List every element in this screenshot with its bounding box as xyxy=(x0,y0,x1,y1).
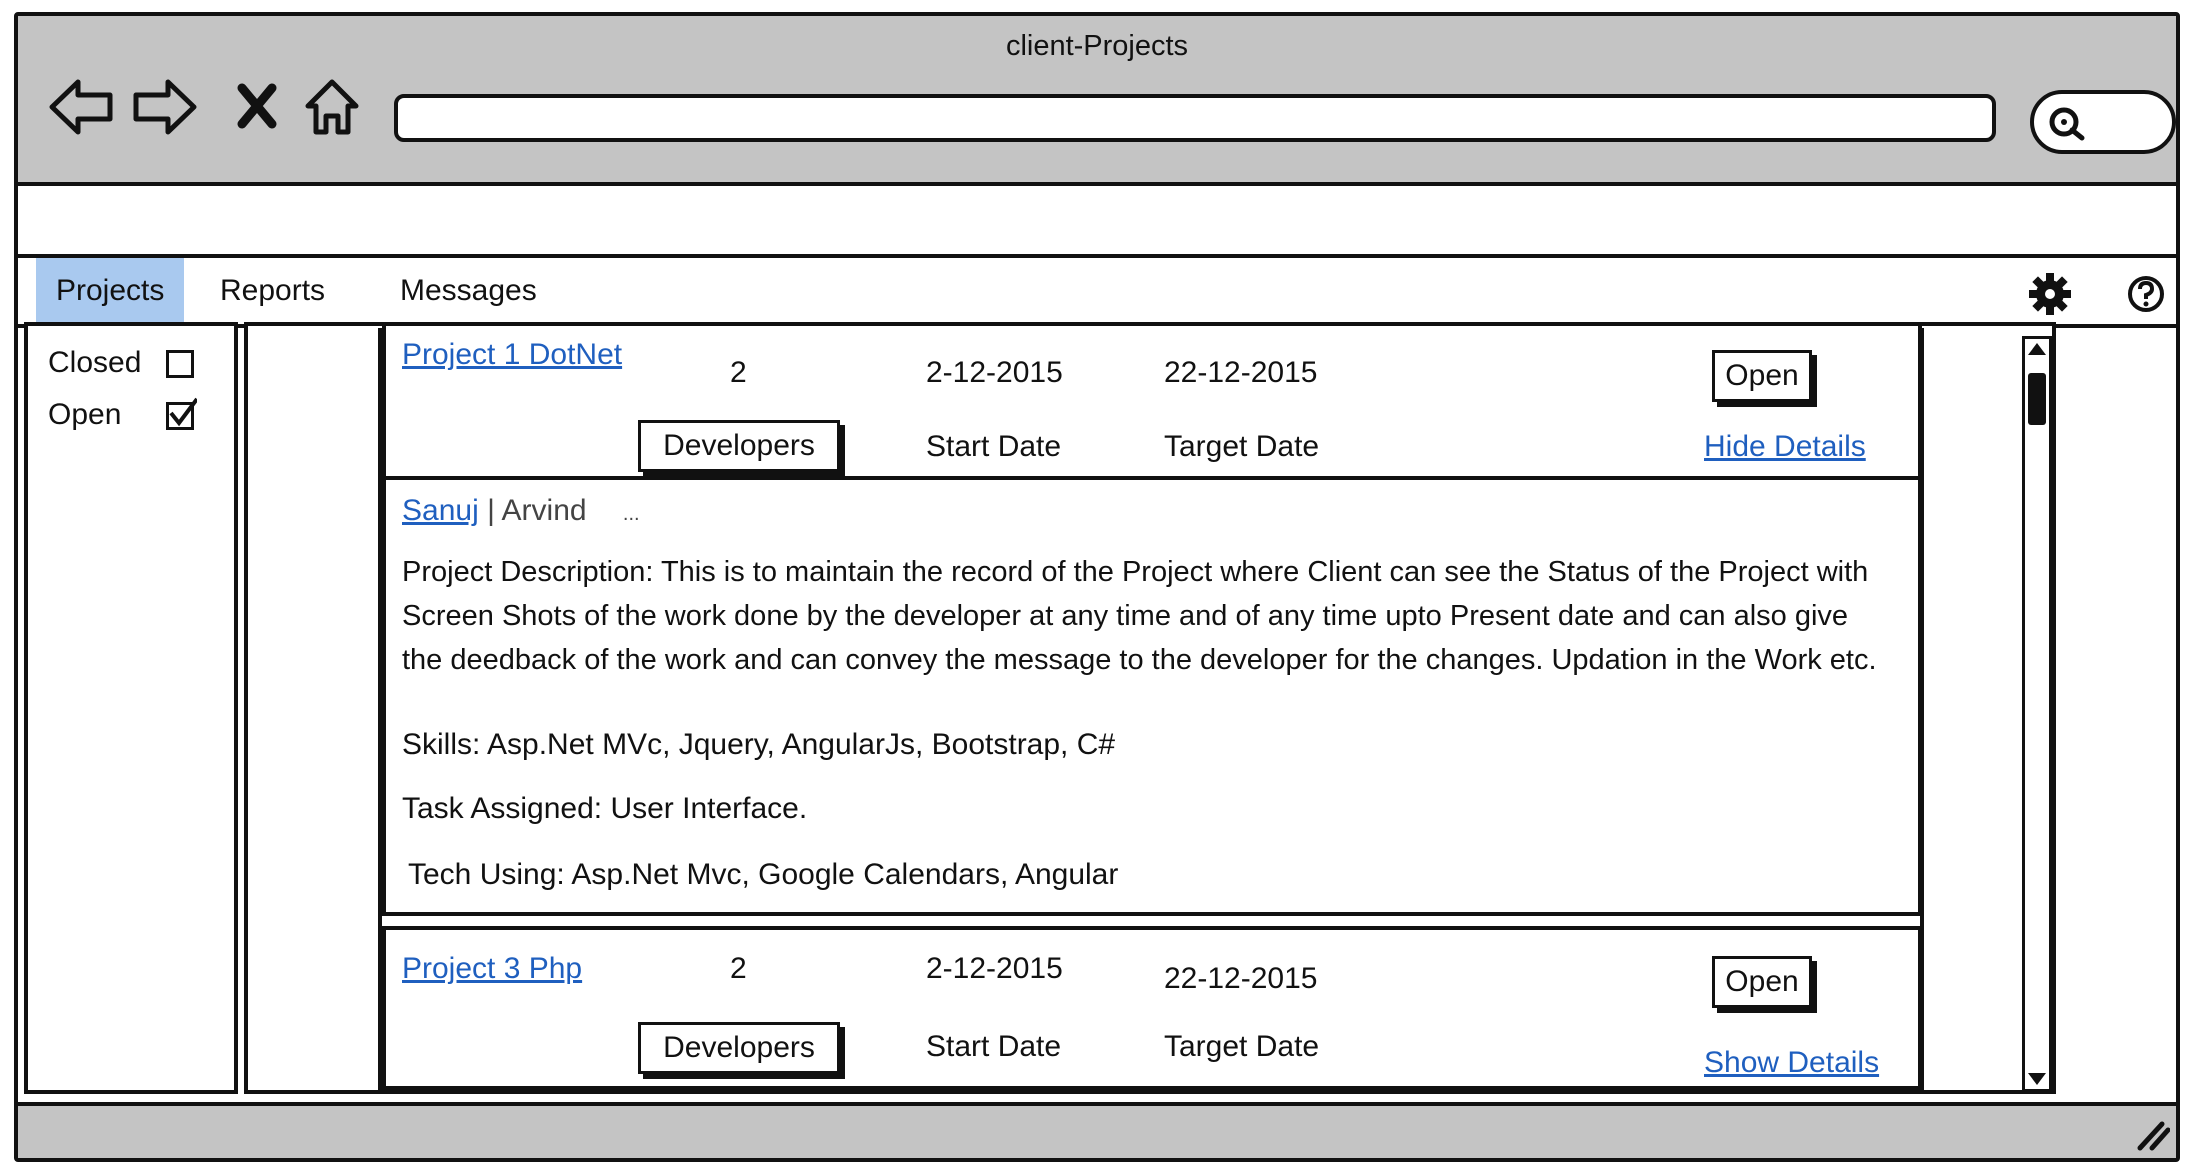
show-details-link[interactable]: Show Details xyxy=(1704,1046,1879,1080)
status-open-button[interactable]: Open xyxy=(1712,956,1812,1008)
resize-grip-icon[interactable] xyxy=(2130,1116,2170,1152)
filter-open-label: Open xyxy=(48,398,122,431)
developers-button[interactable]: Developers xyxy=(638,420,840,472)
back-arrow-icon[interactable] xyxy=(48,74,114,140)
project-description: Project Description: This is to maintain… xyxy=(402,556,1877,676)
developer-count: 2 xyxy=(730,356,747,389)
more-developers-ellipsis[interactable]: ... xyxy=(623,503,640,525)
developer-count: 2 xyxy=(730,952,747,985)
window-title: client-Projects xyxy=(1005,30,1189,62)
project-card: Project 1 DotNet 2 2-12-2015 22-12-2015 … xyxy=(382,322,1922,480)
home-icon[interactable] xyxy=(302,74,368,140)
close-icon[interactable] xyxy=(228,74,294,140)
toolbar-strip xyxy=(18,186,2176,258)
developers-button[interactable]: Developers xyxy=(638,1022,840,1074)
forward-arrow-icon[interactable] xyxy=(132,74,198,140)
filter-open-checkbox[interactable] xyxy=(166,397,197,430)
hide-details-link[interactable]: Hide Details xyxy=(1704,430,1866,464)
project-details: Sanuj | Arvind ... Project Description: … xyxy=(382,476,1922,916)
gear-icon[interactable] xyxy=(2028,272,2072,321)
developer-link-sanuj[interactable]: Sanuj xyxy=(402,494,479,527)
menu-item-reports[interactable]: Reports xyxy=(200,258,345,324)
status-bar xyxy=(18,1102,2176,1158)
menu-item-projects[interactable]: Projects xyxy=(36,258,185,324)
target-date-value: 22-12-2015 xyxy=(1164,356,1318,389)
scroll-up-icon[interactable] xyxy=(2025,339,2049,359)
vertical-scrollbar[interactable] xyxy=(2022,336,2052,1092)
start-date-value: 2-12-2015 xyxy=(926,356,1063,389)
task-assigned: Task Assigned: User Interface. xyxy=(402,792,808,825)
target-date-label: Target Date xyxy=(1164,430,1320,463)
target-date-label: Target Date xyxy=(1164,1030,1320,1063)
title-bar: client-Projects xyxy=(18,16,2176,186)
filter-panel: Closed Open xyxy=(24,322,238,1094)
browser-window: client-Projects Projects Reports Message… xyxy=(14,12,2180,1162)
target-date-value: 22-12-2015 xyxy=(1164,962,1318,995)
search-icon xyxy=(2049,107,2085,141)
tech-using: Tech Using: Asp.Net Mvc, Google Calendar… xyxy=(408,858,1119,891)
project-name-link[interactable]: Project 1 DotNet xyxy=(402,338,622,372)
menu-bar: Projects Reports Messages xyxy=(18,258,2176,328)
start-date-label: Start Date xyxy=(926,430,1062,463)
checkmark-icon xyxy=(169,397,197,427)
menu-item-messages[interactable]: Messages xyxy=(380,258,557,324)
project-skills: Skills: Asp.Net MVc, Jquery, AngularJs, … xyxy=(402,728,1116,761)
developer-names-rest: | Arvind xyxy=(478,494,587,527)
filter-closed-label: Closed xyxy=(48,346,142,379)
project-card: Project 3 Php 2 2-12-2015 22-12-2015 Ope… xyxy=(382,926,1922,1090)
filter-closed-checkbox[interactable] xyxy=(166,350,194,378)
status-open-button[interactable]: Open xyxy=(1712,350,1812,402)
developer-names: Sanuj | Arvind ... xyxy=(402,494,640,528)
start-date-value: 2-12-2015 xyxy=(926,952,1063,985)
search-button[interactable] xyxy=(2030,90,2176,154)
scroll-thumb[interactable] xyxy=(2028,373,2046,425)
scroll-down-icon[interactable] xyxy=(2025,1069,2049,1089)
url-input[interactable] xyxy=(394,94,1996,142)
help-icon[interactable] xyxy=(2126,274,2166,319)
start-date-label: Start Date xyxy=(926,1030,1062,1063)
project-name-link[interactable]: Project 3 Php xyxy=(402,952,582,986)
